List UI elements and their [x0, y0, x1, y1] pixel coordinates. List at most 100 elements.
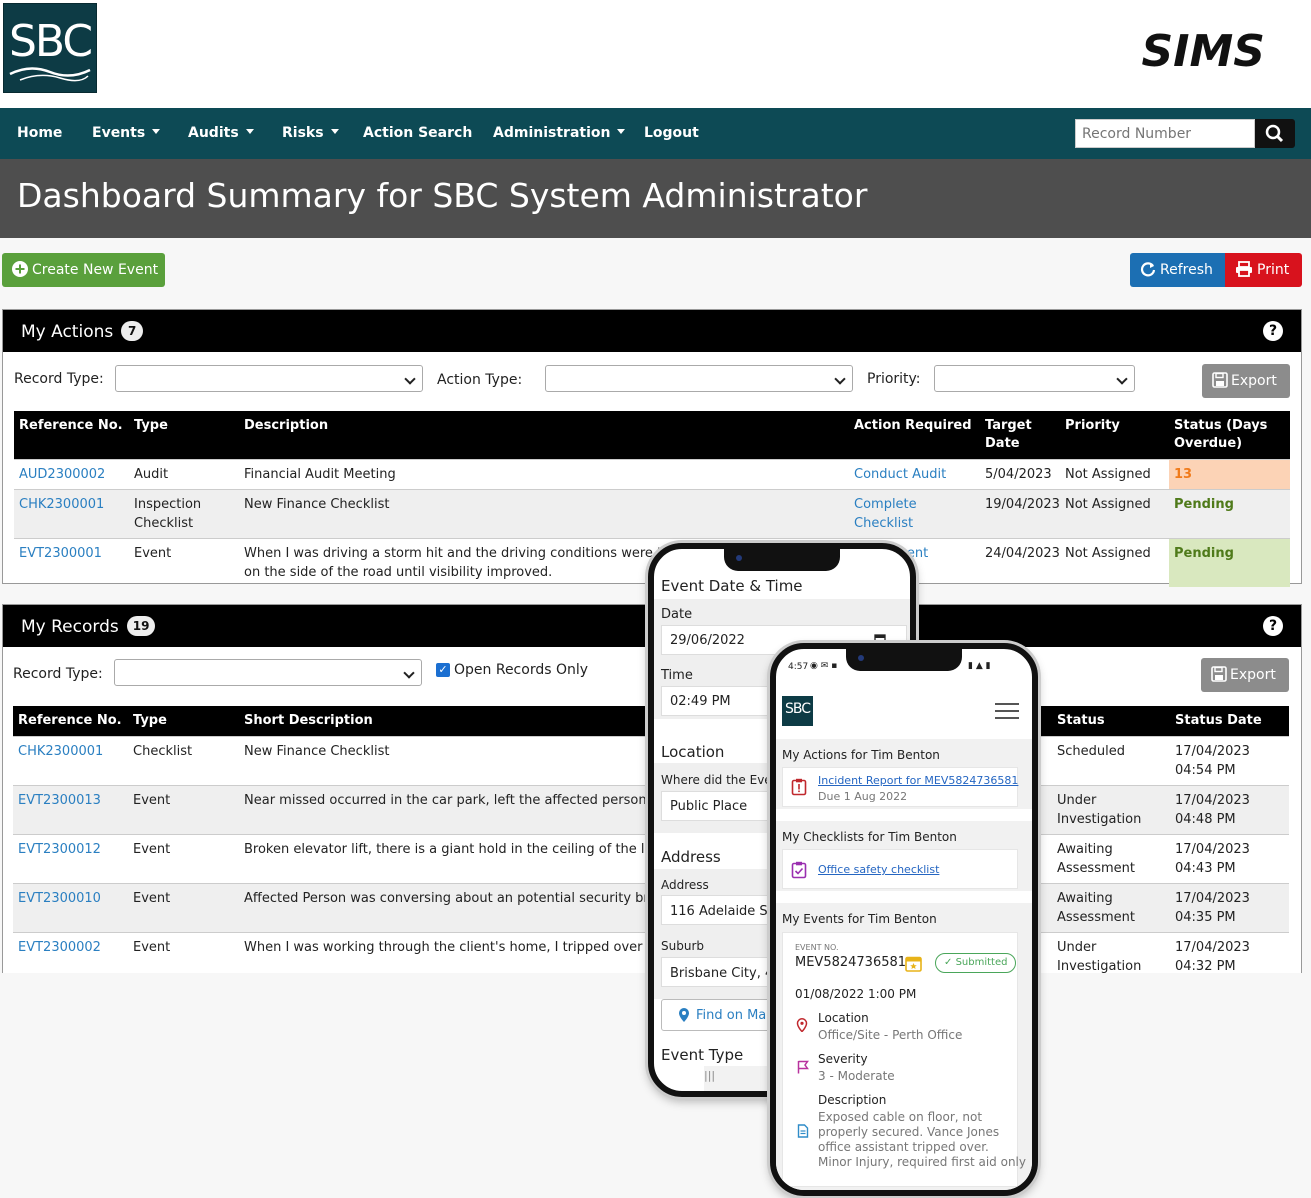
column-header[interactable]: Reference No.: [13, 706, 128, 737]
time-value: 02:49 PM: [670, 694, 731, 709]
flag-icon: [797, 1060, 809, 1074]
column-header[interactable]: Type: [128, 706, 239, 737]
export-button[interactable]: Export: [1202, 364, 1290, 398]
open-records-only-checkbox[interactable]: ✓: [436, 663, 450, 677]
where-value: Public Place: [670, 799, 748, 814]
status-cell: Awaiting Assessment: [1052, 834, 1170, 884]
column-header[interactable]: Status Date: [1170, 706, 1289, 737]
record-type-label: Record Type:: [14, 371, 104, 387]
column-header[interactable]: Action Required: [849, 411, 980, 460]
battery-icon: ▮ ▲ ▮: [968, 661, 991, 671]
search-button[interactable]: [1255, 119, 1295, 148]
print-button[interactable]: Print: [1225, 253, 1302, 287]
save-icon: [1212, 372, 1228, 388]
nav-risks-label: Risks: [282, 125, 324, 141]
status-date-cell: 17/04/2023 04:54 PM: [1170, 736, 1289, 786]
submitted-status-badge: ✓ Submitted: [935, 953, 1017, 973]
nav-audits[interactable]: Audits: [188, 125, 254, 141]
action-link[interactable]: Incident Report for MEV5824736581: [818, 774, 1018, 787]
help-icon[interactable]: ?: [1263, 321, 1283, 341]
nav-home[interactable]: Home: [17, 125, 62, 141]
location-value: Office/Site - Perth Office: [818, 1028, 963, 1042]
caret-down-icon: [245, 129, 254, 134]
reference-link[interactable]: AUD2300002: [14, 459, 129, 490]
search-icon: [1265, 124, 1284, 143]
nav-events[interactable]: Events: [92, 125, 161, 141]
nav-action-search[interactable]: Action Search: [363, 125, 472, 141]
clipboard-alert-icon: [791, 778, 807, 796]
action-required-link[interactable]: Complete Checklist: [849, 489, 980, 539]
record-type-select[interactable]: [115, 365, 423, 392]
date-label: Date: [661, 607, 693, 622]
record-number-search-input[interactable]: [1075, 119, 1255, 148]
camera-icon: [858, 655, 864, 661]
my-actions-title-text: My Actions: [21, 322, 114, 342]
find-on-map-label: Find on Map: [696, 1008, 775, 1023]
action-due-date: Due 1 Aug 2022: [818, 790, 908, 803]
caret-down-icon: [152, 129, 161, 134]
location-heading: Location: [661, 743, 725, 761]
status-cell: Awaiting Assessment: [1052, 883, 1170, 933]
caret-down-icon: [617, 129, 626, 134]
description-label: Description: [818, 1093, 887, 1107]
column-header[interactable]: Type: [129, 411, 239, 460]
checklist-link[interactable]: Office safety checklist: [818, 863, 939, 876]
sbc-logo[interactable]: SBC: [3, 3, 97, 93]
nav-administration[interactable]: Administration: [493, 125, 626, 141]
event-number: MEV5824736581: [795, 955, 907, 970]
my-records-title: My Records 19: [21, 616, 156, 637]
reference-link[interactable]: EVT2300012: [13, 834, 128, 884]
reference-link[interactable]: CHK2300001: [14, 489, 129, 539]
type-cell: Event: [128, 883, 239, 933]
create-new-event-label: Create New Event: [32, 262, 159, 278]
status-pending-cell: Pending: [1169, 538, 1290, 587]
export-button[interactable]: Export: [1201, 658, 1289, 692]
phone-dashboard: 4:57 ◉ ✉ ▪ ▮ ▲ ▮ SBC My Actions for Tim …: [770, 643, 1038, 1196]
nav-risks[interactable]: Risks: [282, 125, 339, 141]
reference-link[interactable]: EVT2300010: [13, 883, 128, 933]
status-date-cell: 17/04/2023 04:43 PM: [1170, 834, 1289, 884]
refresh-button[interactable]: Refresh: [1130, 253, 1225, 287]
column-header[interactable]: Priority: [1060, 411, 1169, 460]
help-icon[interactable]: ?: [1263, 616, 1283, 636]
address-value: 116 Adelaide Stre: [670, 904, 786, 919]
check-icon: ✓: [944, 957, 956, 968]
reference-link[interactable]: CHK2300001: [13, 736, 128, 786]
event-datetime: 01/08/2022 1:00 PM: [795, 987, 917, 1001]
column-header[interactable]: Description: [239, 411, 849, 460]
export-label: Export: [1231, 373, 1277, 389]
type-cell: Inspection Checklist: [129, 489, 239, 539]
action-required-link[interactable]: Conduct Audit: [849, 459, 980, 490]
type-cell: Checklist: [128, 736, 239, 786]
column-header[interactable]: Reference No.: [14, 411, 129, 460]
phone-notch: [846, 649, 962, 671]
action-type-label: Action Type:: [437, 372, 523, 388]
address-label: Address: [661, 878, 709, 892]
status-icons: ◉ ✉ ▪: [810, 661, 838, 671]
status-cell: Under Investigation: [1052, 785, 1170, 835]
type-cell: Event: [129, 538, 239, 587]
description-line: office assistant tripped over.: [818, 1140, 989, 1154]
open-records-only-label: Open Records Only: [454, 662, 589, 678]
priority-select[interactable]: [934, 365, 1135, 392]
type-cell: Audit: [129, 459, 239, 490]
record-type-label: Record Type:: [13, 666, 103, 682]
recent-apps-icon[interactable]: |||: [704, 1069, 715, 1082]
status-time: 4:57: [788, 662, 809, 672]
column-header[interactable]: Status (Days Overdue): [1169, 411, 1290, 460]
record-type-select[interactable]: [114, 659, 422, 686]
my-records-title-text: My Records: [21, 617, 119, 637]
target-date-cell: 24/04/2023: [980, 538, 1060, 587]
plus-circle-icon: [12, 261, 28, 277]
hamburger-menu-icon[interactable]: [995, 702, 1019, 720]
column-header[interactable]: Target Date: [980, 411, 1060, 460]
column-header[interactable]: Status: [1052, 706, 1170, 737]
nav-logout[interactable]: Logout: [644, 125, 699, 141]
calendar-star-icon: [905, 956, 922, 972]
create-new-event-button[interactable]: Create New Event: [2, 253, 165, 287]
my-actions-title: My Actions 7: [21, 321, 144, 342]
reference-link[interactable]: EVT2300013: [13, 785, 128, 835]
logo-wave-icon: [9, 67, 91, 82]
reference-link[interactable]: EVT2300001: [14, 538, 129, 587]
action-type-select[interactable]: [545, 365, 853, 392]
